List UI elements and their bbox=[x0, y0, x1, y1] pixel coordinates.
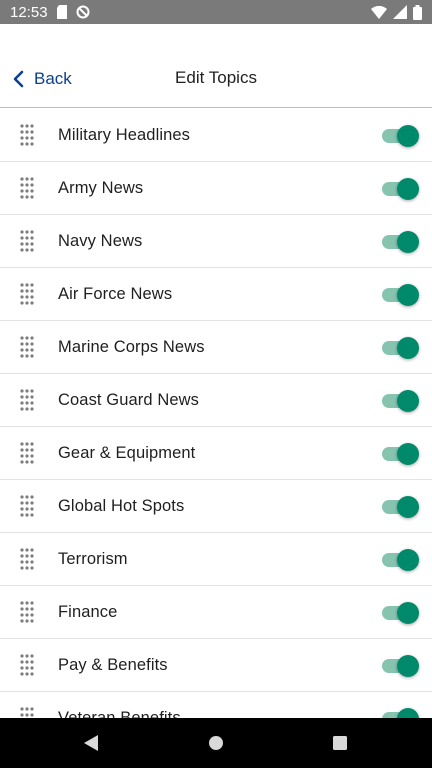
topic-toggle[interactable] bbox=[382, 124, 420, 148]
topic-toggle[interactable] bbox=[382, 601, 420, 625]
system-nav-bar bbox=[0, 718, 432, 768]
wifi-icon bbox=[371, 5, 387, 19]
toggle-thumb bbox=[397, 443, 419, 465]
sd-card-icon bbox=[56, 5, 68, 19]
topic-row[interactable]: Military Headlines bbox=[0, 109, 432, 162]
drag-handle-icon[interactable] bbox=[19, 707, 35, 718]
toggle-thumb bbox=[397, 496, 419, 518]
app-screen: 12:53 Back Edit Topics Military Headline… bbox=[0, 0, 432, 768]
topic-label: Air Force News bbox=[58, 285, 173, 303]
toggle-thumb bbox=[397, 708, 419, 718]
topic-label: Global Hot Spots bbox=[58, 497, 185, 515]
topic-toggle[interactable] bbox=[382, 336, 420, 360]
topic-label: Marine Corps News bbox=[58, 338, 205, 356]
toggle-thumb bbox=[397, 655, 419, 677]
topic-row[interactable]: Air Force News bbox=[0, 268, 432, 321]
nav-back-icon[interactable] bbox=[83, 734, 99, 757]
toggle-thumb bbox=[397, 284, 419, 306]
topic-row[interactable]: Navy News bbox=[0, 215, 432, 268]
drag-handle-icon[interactable] bbox=[19, 389, 35, 411]
status-time: 12:53 bbox=[10, 3, 48, 21]
topic-row[interactable]: Army News bbox=[0, 162, 432, 215]
topic-row[interactable]: Pay & Benefits bbox=[0, 639, 432, 692]
topic-toggle[interactable] bbox=[382, 495, 420, 519]
drag-handle-icon[interactable] bbox=[19, 177, 35, 199]
topic-label: Terrorism bbox=[58, 550, 128, 568]
drag-handle-icon[interactable] bbox=[19, 283, 35, 305]
drag-handle-icon[interactable] bbox=[19, 442, 35, 464]
topic-row[interactable]: Gear & Equipment bbox=[0, 427, 432, 480]
status-right bbox=[371, 4, 422, 20]
drag-handle-icon[interactable] bbox=[19, 654, 35, 676]
status-left: 12:53 bbox=[10, 4, 90, 21]
topic-row[interactable]: Veteran Benefits bbox=[0, 692, 432, 718]
nav-home-icon[interactable] bbox=[208, 734, 224, 757]
topic-label: Coast Guard News bbox=[58, 391, 199, 409]
topic-label: Military Headlines bbox=[58, 126, 191, 144]
no-disturb-icon bbox=[76, 5, 90, 19]
topic-label: Army News bbox=[58, 179, 144, 197]
toggle-thumb bbox=[397, 602, 419, 624]
drag-handle-icon[interactable] bbox=[19, 230, 35, 252]
nav-recents-icon[interactable] bbox=[332, 734, 348, 757]
top-app-bar: Back Edit Topics bbox=[0, 24, 432, 108]
status-bar: 12:53 bbox=[0, 0, 432, 24]
drag-handle-icon[interactable] bbox=[19, 548, 35, 570]
toggle-thumb bbox=[397, 178, 419, 200]
toggle-thumb bbox=[397, 549, 419, 571]
topic-row[interactable]: Marine Corps News bbox=[0, 321, 432, 374]
topic-label: Finance bbox=[58, 603, 118, 621]
topic-label: Gear & Equipment bbox=[58, 444, 196, 462]
toggle-thumb bbox=[397, 390, 419, 412]
signal-icon bbox=[393, 5, 407, 19]
topic-toggle[interactable] bbox=[382, 283, 420, 307]
topic-toggle[interactable] bbox=[382, 442, 420, 466]
topic-label: Pay & Benefits bbox=[58, 656, 168, 674]
topic-row[interactable]: Terrorism bbox=[0, 533, 432, 586]
topic-list[interactable]: Military Headlines Army News Navy News Air … bbox=[0, 109, 432, 718]
battery-icon bbox=[413, 4, 422, 20]
topic-label: Veteran Benefits bbox=[58, 709, 181, 718]
topic-toggle[interactable] bbox=[382, 177, 420, 201]
drag-handle-icon[interactable] bbox=[19, 495, 35, 517]
topic-row[interactable]: Global Hot Spots bbox=[0, 480, 432, 533]
topic-toggle[interactable] bbox=[382, 654, 420, 678]
drag-handle-icon[interactable] bbox=[19, 601, 35, 623]
topic-row[interactable]: Finance bbox=[0, 586, 432, 639]
topic-toggle[interactable] bbox=[382, 707, 420, 718]
toggle-thumb bbox=[397, 337, 419, 359]
topic-toggle[interactable] bbox=[382, 389, 420, 413]
drag-handle-icon[interactable] bbox=[19, 336, 35, 358]
topic-row[interactable]: Coast Guard News bbox=[0, 374, 432, 427]
toggle-thumb bbox=[397, 231, 419, 253]
topic-label: Navy News bbox=[58, 232, 143, 250]
topic-toggle[interactable] bbox=[382, 548, 420, 572]
topic-toggle[interactable] bbox=[382, 230, 420, 254]
page-title: Edit Topics bbox=[175, 68, 257, 87]
drag-handle-icon[interactable] bbox=[19, 124, 35, 146]
toggle-thumb bbox=[397, 125, 419, 147]
